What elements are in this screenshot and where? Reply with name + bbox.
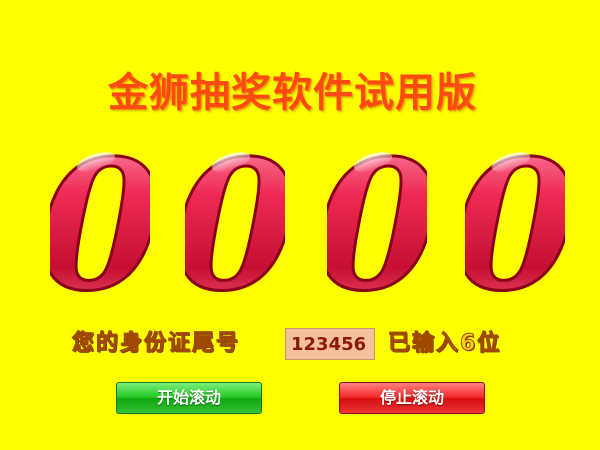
digit-1: 0	[50, 128, 150, 306]
digit-2: 0	[185, 128, 285, 306]
id-status: 已输入6位	[387, 331, 502, 357]
id-input[interactable]	[285, 328, 375, 360]
id-label: 您的身份证尾号	[71, 331, 241, 357]
digit-4: 0	[465, 128, 565, 306]
app-title: 金狮抽奖软件试用版	[108, 70, 477, 116]
stop-scroll-button[interactable]: 停止滚动	[339, 382, 485, 414]
id-entry-row: 您的身份证尾号 已输入6位	[71, 326, 542, 362]
start-scroll-button[interactable]: 开始滚动	[116, 382, 262, 414]
digit-3: 0	[327, 128, 427, 306]
lottery-digits: 0 0 0 0	[0, 128, 600, 308]
